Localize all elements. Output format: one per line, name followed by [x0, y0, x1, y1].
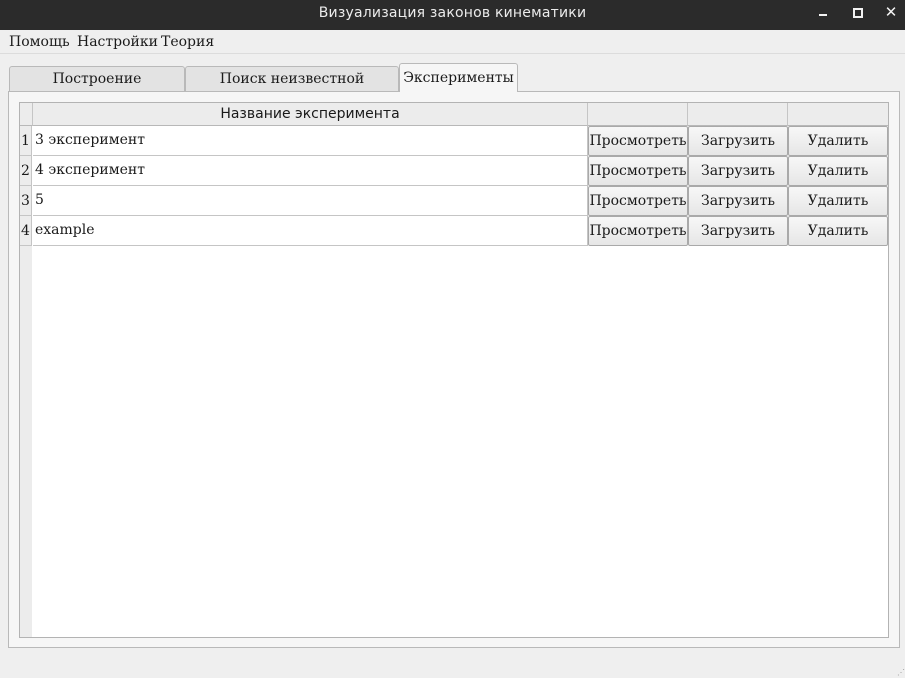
experiment-name-cell[interactable]: 3 эксперимент	[33, 126, 588, 156]
table-corner[interactable]	[20, 103, 33, 126]
table-row: 4 example Просмотреть Загрузить Удалить	[20, 216, 888, 246]
row-number[interactable]: 1	[20, 126, 32, 156]
load-button[interactable]: Загрузить	[688, 126, 788, 156]
minimize-icon[interactable]	[812, 4, 834, 24]
tab-experiments[interactable]: Эксперименты	[399, 63, 518, 92]
experiment-name-cell[interactable]: 4 эксперимент	[33, 156, 588, 186]
row-number[interactable]: 4	[20, 216, 32, 246]
experiment-name-cell[interactable]: example	[33, 216, 588, 246]
column-header-load[interactable]	[688, 103, 788, 126]
load-button[interactable]: Загрузить	[688, 156, 788, 186]
load-button[interactable]: Загрузить	[688, 186, 788, 216]
window-title: Визуализация законов кинематики	[318, 5, 587, 21]
tab-trajectory[interactable]: Построение траектории	[9, 66, 185, 111]
table-row: 3 5 Просмотреть Загрузить Удалить	[20, 186, 888, 216]
delete-button[interactable]: Удалить	[788, 156, 888, 186]
row-number[interactable]: 3	[20, 186, 32, 216]
delete-button[interactable]: Удалить	[788, 126, 888, 156]
maximize-icon[interactable]	[846, 4, 868, 24]
menu-settings[interactable]: Настройки	[77, 34, 158, 50]
view-button[interactable]: Просмотреть	[588, 186, 688, 216]
table-row: 2 4 эксперимент Просмотреть Загрузить Уд…	[20, 156, 888, 186]
experiments-table: Название эксперимента 1 3 эксперимент Пр…	[19, 102, 889, 638]
delete-button[interactable]: Удалить	[788, 216, 888, 246]
title-bar: Визуализация законов кинематики ✕	[0, 0, 905, 30]
menu-help[interactable]: Помощь	[9, 34, 70, 50]
menu-bar: Помощь Настройки Теория	[0, 30, 905, 54]
tab-unknown-search[interactable]: Поиск неизвестной величины	[185, 66, 399, 111]
experiment-name-cell[interactable]: 5	[33, 186, 588, 216]
load-button[interactable]: Загрузить	[688, 216, 788, 246]
delete-button[interactable]: Удалить	[788, 186, 888, 216]
close-icon[interactable]: ✕	[880, 4, 902, 24]
row-number[interactable]: 2	[20, 156, 32, 186]
menu-theory[interactable]: Теория	[161, 34, 214, 50]
column-header-delete[interactable]	[788, 103, 888, 126]
table-row: 1 3 эксперимент Просмотреть Загрузить Уд…	[20, 126, 888, 156]
view-button[interactable]: Просмотреть	[588, 126, 688, 156]
column-header-view[interactable]	[588, 103, 688, 126]
view-button[interactable]: Просмотреть	[588, 156, 688, 186]
view-button[interactable]: Просмотреть	[588, 216, 688, 246]
resize-grip-icon[interactable]: ⋰	[897, 669, 905, 677]
column-header-name[interactable]: Название эксперимента	[33, 103, 588, 126]
